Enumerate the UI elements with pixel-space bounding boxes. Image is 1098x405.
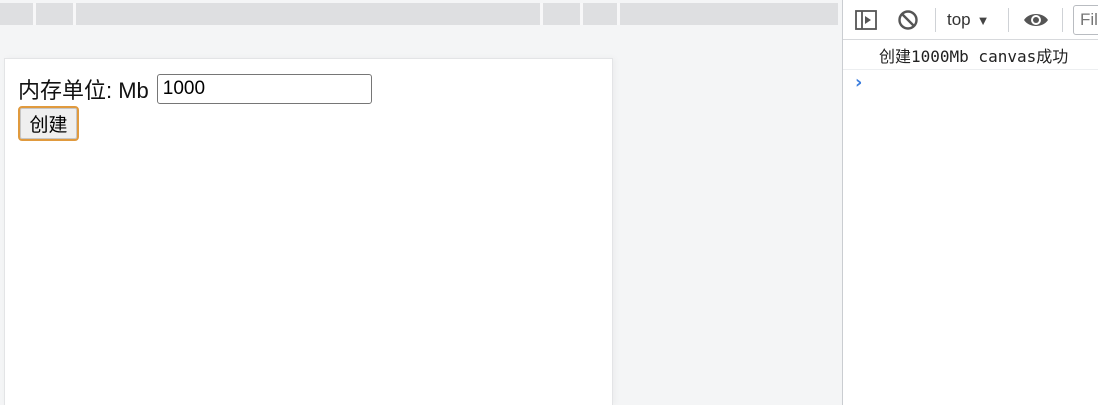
toolbar-separator xyxy=(1008,8,1009,32)
page-viewport: 内存单位: Mb 创建 xyxy=(0,0,842,405)
devtools-panel: top ▼ 创建1000Mb canvas成功 › xyxy=(842,0,1098,405)
console-toolbar: top ▼ xyxy=(843,0,1098,40)
create-button[interactable]: 创建 xyxy=(18,106,79,141)
ruler-divider xyxy=(73,3,76,25)
context-selector[interactable]: top ▼ xyxy=(947,8,990,32)
filter-input[interactable] xyxy=(1073,5,1098,35)
console-prompt-icon[interactable]: › xyxy=(855,72,869,94)
toolbar-separator xyxy=(935,8,936,32)
browser-window: 内存单位: Mb 创建 top xyxy=(0,0,1098,405)
chevron-down-icon: ▼ xyxy=(976,12,990,28)
sidebar-toggle-icon[interactable] xyxy=(855,9,877,31)
ruler-divider xyxy=(33,3,36,25)
clear-console-icon[interactable] xyxy=(897,9,919,31)
context-label: top xyxy=(947,10,971,29)
memory-unit-label: 内存单位: Mb xyxy=(18,78,149,103)
ruler-divider xyxy=(617,3,620,25)
memory-input[interactable] xyxy=(156,74,372,104)
page-content: 内存单位: Mb 创建 xyxy=(4,58,613,405)
ruler-divider xyxy=(580,3,583,25)
ruler-divider xyxy=(540,3,543,25)
memory-row: 内存单位: Mb xyxy=(18,74,372,104)
console-message: 创建1000Mb canvas成功 xyxy=(843,40,1098,70)
device-ruler xyxy=(0,3,838,25)
toolbar-separator xyxy=(1062,8,1063,32)
eye-icon[interactable] xyxy=(1023,9,1049,31)
